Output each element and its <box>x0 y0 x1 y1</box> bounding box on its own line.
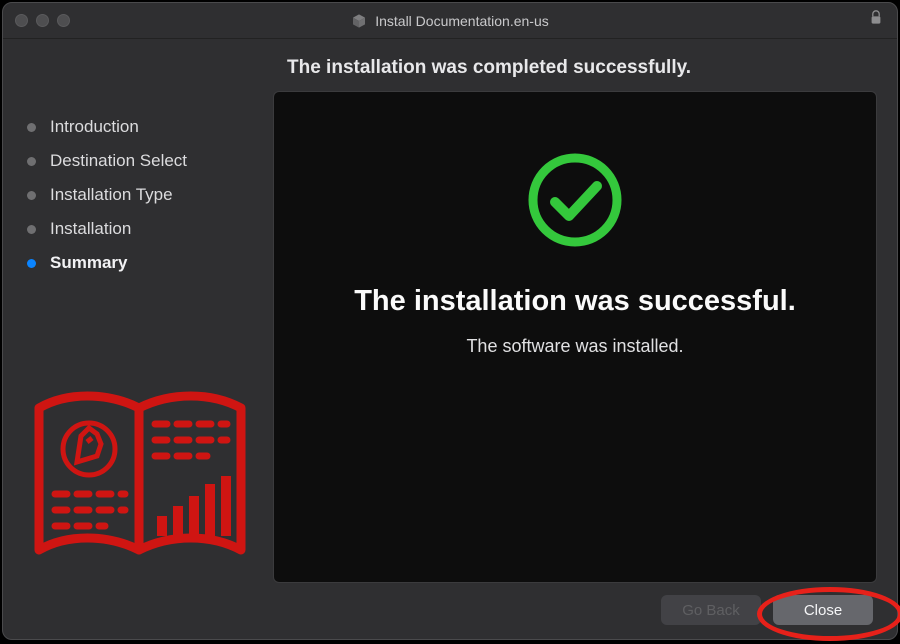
content-panel: The installation was successful. The sof… <box>273 91 877 583</box>
sidebar-item-summary: Summary <box>27 253 259 273</box>
bullet-icon <box>27 191 36 200</box>
sidebar-item-label: Installation Type <box>50 185 173 205</box>
window-title: Install Documentation.en-us <box>375 13 549 29</box>
sidebar-item-label: Destination Select <box>50 151 187 171</box>
sidebar-item-destination-select: Destination Select <box>27 151 259 171</box>
footer: Go Back Close <box>27 583 877 625</box>
success-heading: The installation was successful. <box>354 285 796 318</box>
steps-list: Introduction Destination Select Installa… <box>27 117 259 273</box>
traffic-lights <box>15 14 70 27</box>
sidebar: Introduction Destination Select Installa… <box>27 91 259 583</box>
package-icon <box>351 13 367 29</box>
body-area: The installation was completed successfu… <box>3 39 897 639</box>
bullet-icon <box>27 123 36 132</box>
success-check-icon <box>525 150 625 285</box>
sidebar-item-label: Introduction <box>50 117 139 137</box>
page-heading: The installation was completed successfu… <box>27 57 877 79</box>
close-window-button[interactable] <box>15 14 28 27</box>
documentation-book-icon <box>27 384 259 583</box>
bullet-icon <box>27 157 36 166</box>
sidebar-item-installation-type: Installation Type <box>27 185 259 205</box>
minimize-window-button[interactable] <box>36 14 49 27</box>
bullet-icon <box>27 259 36 268</box>
zoom-window-button[interactable] <box>57 14 70 27</box>
titlebar: Install Documentation.en-us <box>3 3 897 39</box>
installer-window: Install Documentation.en-us The installa… <box>2 2 898 640</box>
success-subtext: The software was installed. <box>466 336 683 357</box>
sidebar-item-installation: Installation <box>27 219 259 239</box>
close-button[interactable]: Close <box>773 595 873 625</box>
lock-icon[interactable] <box>869 10 883 31</box>
sidebar-item-label: Installation <box>50 219 131 239</box>
bullet-icon <box>27 225 36 234</box>
go-back-button: Go Back <box>661 595 761 625</box>
sidebar-item-label: Summary <box>50 253 127 273</box>
sidebar-item-introduction: Introduction <box>27 117 259 137</box>
